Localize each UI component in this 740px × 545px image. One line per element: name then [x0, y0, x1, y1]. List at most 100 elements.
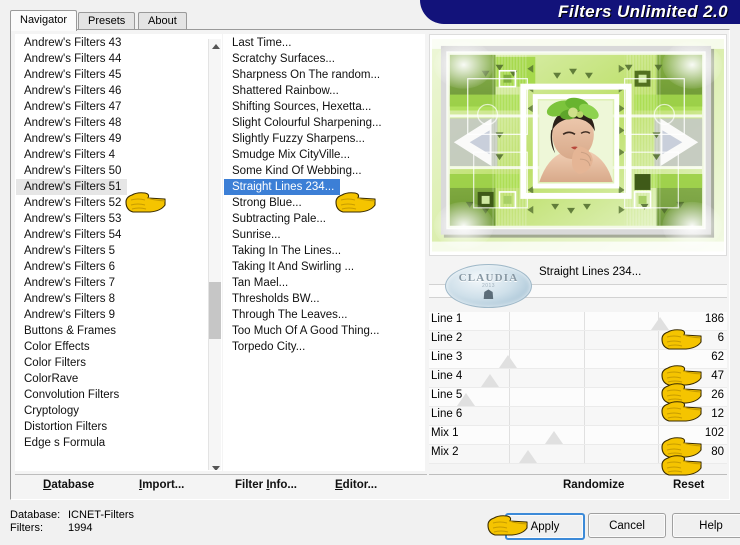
editor-link[interactable]: Editor... [335, 479, 377, 491]
category-list-item[interactable]: Andrew's Filters 48 [16, 115, 221, 131]
parameter-header: CLAUDIA 2013 ☗ Straight Lines 234... [429, 260, 727, 312]
category-list-scrollbar[interactable] [208, 39, 221, 470]
category-list-item[interactable]: Andrew's Filters 9 [16, 307, 221, 323]
slider-row[interactable]: Line 6 12 [429, 407, 727, 426]
filter-list-item[interactable]: Taking It And Swirling ... [224, 259, 424, 275]
slider-label: Line 3 [431, 351, 463, 363]
filter-list-item[interactable]: Smudge Mix CityVille... [224, 147, 424, 163]
category-list-item[interactable]: Andrew's Filters 5 [16, 243, 221, 259]
filter-list-item[interactable]: Slight Colourful Sharpening... [224, 115, 424, 131]
slider-row[interactable]: Line 3 62 [429, 350, 727, 369]
slider-tick [509, 426, 511, 444]
slider-tick [583, 445, 585, 463]
slider-label: Line 2 [431, 332, 463, 344]
filter-list-item[interactable]: Some Kind Of Webbing... [224, 163, 424, 179]
category-list-item[interactable]: Andrew's Filters 45 [16, 67, 221, 83]
slider-row[interactable]: Line 1 186 [429, 312, 727, 331]
main-panel: Andrew's Filters 43 Andrew's Filters 44 An… [10, 29, 730, 500]
tab-navigator[interactable]: Navigator [10, 10, 78, 31]
category-list-item[interactable]: Andrew's Filters 47 [16, 99, 221, 115]
category-list-item[interactable]: ColorRave [16, 371, 221, 387]
scrollbar-thumb[interactable] [209, 282, 221, 339]
filter-list-item[interactable]: Thresholds BW... [224, 291, 424, 307]
category-list-item[interactable]: Andrew's Filters 53 [16, 211, 221, 227]
scroll-down-icon[interactable] [209, 461, 221, 470]
slider-thumb[interactable] [519, 450, 538, 463]
category-list-item[interactable]: Convolution Filters [16, 387, 221, 403]
slider-thumb[interactable] [498, 355, 517, 368]
scroll-up-icon[interactable] [209, 39, 221, 54]
slider-thumb[interactable] [545, 431, 564, 444]
category-list-item[interactable]: Andrew's Filters 50 [16, 163, 221, 179]
database-link[interactable]: Database [43, 479, 94, 491]
filter-list-item[interactable]: Subtracting Pale... [224, 211, 424, 227]
filter-list-item[interactable]: Tan Mael... [224, 275, 424, 291]
slider-label: Mix 2 [431, 446, 459, 458]
slider-row[interactable]: Mix 2 80 [429, 445, 727, 464]
filter-list-item[interactable]: Through The Leaves... [224, 307, 424, 323]
slider-value: 80 [711, 446, 724, 458]
apply-button[interactable]: Apply [505, 513, 585, 540]
app-title: Filters Unlimited 2.0 [558, 2, 728, 21]
slider-label: Line 4 [431, 370, 463, 382]
category-list-item[interactable]: Andrew's Filters 51 [16, 179, 128, 195]
cancel-button[interactable]: Cancel [588, 513, 666, 538]
filter-list-item[interactable]: Scratchy Surfaces... [224, 51, 424, 67]
category-list-item[interactable]: Andrew's Filters 49 [16, 131, 221, 147]
category-list-item[interactable]: Buttons & Frames [16, 323, 221, 339]
reset-button[interactable]: Reset [673, 479, 704, 491]
category-list-item[interactable]: Distortion Filters [16, 419, 221, 435]
slider-value: 12 [711, 408, 724, 420]
tab-about[interactable]: About [138, 12, 187, 30]
slider-row[interactable]: Line 2 6 [429, 331, 727, 350]
import-link[interactable]: Import... [139, 479, 184, 491]
filter-list-item[interactable]: Last Time... [224, 35, 424, 51]
status-filters-key: Filters: [10, 522, 43, 534]
filter-list-item[interactable]: Strong Blue... [224, 195, 424, 211]
help-button[interactable]: Help [672, 513, 740, 538]
category-list-item[interactable]: Andrew's Filters 46 [16, 83, 221, 99]
filter-list-item[interactable]: Shifting Sources, Hexetta... [224, 99, 424, 115]
category-list-item[interactable]: Edge s Formula [16, 435, 221, 451]
category-list-item[interactable]: Andrew's Filters 8 [16, 291, 221, 307]
filter-info-link[interactable]: Filter Info... [235, 479, 297, 491]
category-list[interactable]: Andrew's Filters 43 Andrew's Filters 44 An… [15, 34, 222, 471]
filter-list-item[interactable]: Shattered Rainbow... [224, 83, 424, 99]
category-list-item[interactable]: Color Effects [16, 339, 221, 355]
filter-list-item[interactable]: Torpedo City... [224, 339, 424, 355]
slider-tick [583, 331, 585, 349]
slider-thumb[interactable] [480, 374, 499, 387]
status-bar: Database: ICNET-Filters Filters: 1994 [10, 509, 134, 535]
category-list-item[interactable]: Andrew's Filters 4 [16, 147, 221, 163]
randomize-button[interactable]: Randomize [563, 479, 624, 491]
category-list-item[interactable]: Andrew's Filters 54 [16, 227, 221, 243]
category-list-item[interactable]: Cryptology [16, 403, 221, 419]
filter-list-item[interactable]: Sunrise... [224, 227, 424, 243]
slider-row[interactable]: Line 5 26 [429, 388, 727, 407]
slider-tick [509, 445, 511, 463]
randomize-reset-row: Randomize Reset [429, 474, 727, 497]
filter-list-item[interactable]: Too Much Of A Good Thing... [224, 323, 424, 339]
slider-row[interactable]: Line 4 47 [429, 369, 727, 388]
slider-thumb[interactable] [650, 317, 669, 330]
slider-label: Line 5 [431, 389, 463, 401]
slider-row[interactable]: Mix 1 102 [429, 426, 727, 445]
slider-tick [658, 388, 660, 406]
filter-list-item[interactable]: Slightly Fuzzy Sharpens... [224, 131, 424, 147]
filter-list-item[interactable]: Taking In The Lines... [224, 243, 424, 259]
preview-panel[interactable] [429, 34, 727, 256]
tab-presets[interactable]: Presets [78, 12, 136, 30]
filter-list-item[interactable]: Straight Lines 234... [224, 179, 341, 195]
category-list-item[interactable]: Andrew's Filters 44 [16, 51, 221, 67]
filter-list[interactable]: Last Time... Scratchy Surfaces... Sharpnes… [223, 34, 425, 471]
filter-list-item[interactable]: Sharpness On The random... [224, 67, 424, 83]
slider-tick [658, 350, 660, 368]
current-filter-name: Straight Lines 234... [539, 266, 642, 278]
category-list-item[interactable]: Andrew's Filters 52 [16, 195, 221, 211]
category-list-item[interactable]: Andrew's Filters 43 [16, 35, 221, 51]
category-list-item[interactable]: Andrew's Filters 6 [16, 259, 221, 275]
menu-link-row: Database Import... Filter Info... Editor… [15, 474, 427, 497]
category-list-item[interactable]: Color Filters [16, 355, 221, 371]
slider-tick [583, 350, 585, 368]
category-list-item[interactable]: Andrew's Filters 7 [16, 275, 221, 291]
